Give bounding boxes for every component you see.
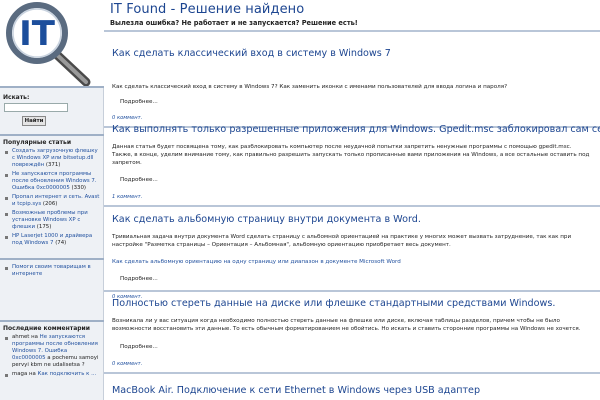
list-item: Создать загрузочную флешку с Windows XP … [0, 148, 104, 169]
comment-author: ahmet [12, 334, 30, 340]
popular-post-count: (330) [71, 185, 87, 191]
popular-posts-title: Популярные статьи [3, 139, 72, 146]
site-header: IT Found - Решение найдено Вылезла ошибк… [104, 0, 600, 30]
post: Как выполнять только разрешенные приложе… [104, 122, 600, 214]
list-item: ahmet на Не запускаются программы после … [0, 334, 104, 369]
list-item: maga на Как подключить к ... [0, 371, 104, 378]
post-title[interactable]: Как выполнять только разрешенные приложе… [112, 124, 600, 135]
comment-post-link[interactable]: Как подключить к ... [38, 371, 97, 377]
list-item: HP Laserjet 1000 и драйвера под Windows … [0, 233, 104, 247]
read-more-link[interactable]: Подробнее... [120, 344, 158, 350]
logo-letters: IT [19, 14, 56, 54]
inline-article-link[interactable]: Как сделать альбомную ориентацию на одну… [112, 259, 401, 265]
post-title[interactable]: MacBook Air. Подключение к сети Ethernet… [112, 385, 480, 396]
popular-post-count: (206) [42, 201, 58, 207]
popular-post-count: (175) [36, 224, 52, 230]
site-title[interactable]: IT Found - Решение найдено [110, 2, 304, 17]
read-more-link[interactable]: Подробнее... [120, 99, 158, 105]
recent-comments-title: Последние комментарии [3, 325, 90, 332]
post-excerpt: Возникала ли у вас ситуация когда необхо… [112, 318, 581, 332]
post-title[interactable]: Как сделать альбомную страницу внутри до… [112, 214, 421, 225]
read-more-link[interactable]: Подробнее... [120, 276, 158, 282]
post: MacBook Air. Подключение к сети Ethernet… [104, 385, 600, 400]
promo-widget: Помоги своим товарищам в интернете [0, 258, 104, 290]
popular-post-count: (371) [45, 162, 61, 168]
main-content: Как сделать классический вход в систему … [104, 32, 600, 400]
comment-on: на [29, 371, 36, 377]
site-logo[interactable]: IT [0, 0, 104, 87]
read-more-link[interactable]: Подробнее... [120, 177, 158, 183]
post: Полностью стереть данные на диске или фл… [104, 298, 600, 378]
post-excerpt: Как сделать классический вход в систему … [112, 84, 508, 90]
site-tagline: Вылезла ошибка? Не работает и не запуска… [110, 19, 358, 27]
list-item: Помоги своим товарищам в интернете [0, 264, 104, 278]
search-label: Искать: [3, 94, 30, 101]
search-widget: Искать: Найти [0, 86, 104, 134]
post-divider [104, 290, 600, 292]
magnifier-logo-icon: IT [6, 2, 91, 87]
comments-link[interactable]: 0 коммент. [112, 115, 142, 121]
post-title[interactable]: Как сделать классический вход в систему … [112, 48, 391, 59]
comments-link[interactable]: 1 коммент. [112, 194, 142, 200]
popular-posts-widget: Популярные статьи Создать загрузочную фл… [0, 134, 104, 249]
sidebar: Искать: Найти Популярные статьи Создать … [0, 86, 104, 400]
search-input[interactable] [4, 103, 68, 112]
promo-link[interactable]: Помоги своим товарищам в интернете [12, 264, 91, 277]
recent-comments-widget: Последние комментарии ahmet на Не запуск… [0, 320, 104, 380]
comment-on: на [31, 334, 38, 340]
popular-posts-list: Создать загрузочную флешку с Windows XP … [0, 148, 104, 247]
post-divider [104, 205, 600, 207]
post-divider [104, 372, 600, 374]
comments-link[interactable]: 0 коммент. [112, 361, 142, 367]
list-item: Пропал интернет и сеть. Avast и tcpip.sy… [0, 194, 104, 208]
popular-post-link[interactable]: HP Laserjet 1000 и драйвера под Windows … [12, 233, 92, 246]
comment-author: maga [12, 371, 28, 377]
recent-comments-list: ahmet на Не запускаются программы после … [0, 334, 104, 378]
post-excerpt: Данная статья будет посвящена тому, как … [112, 144, 590, 166]
post-title[interactable]: Полностью стереть данные на диске или фл… [112, 298, 555, 309]
list-item: Возможные проблемы при установке Windows… [0, 210, 104, 231]
popular-post-count: (74) [55, 240, 67, 246]
list-item: Не запускаются программы после обновлени… [0, 171, 104, 192]
post-excerpt: Тривиальная задача внутри документа Word… [112, 234, 572, 248]
search-button[interactable]: Найти [22, 116, 46, 126]
